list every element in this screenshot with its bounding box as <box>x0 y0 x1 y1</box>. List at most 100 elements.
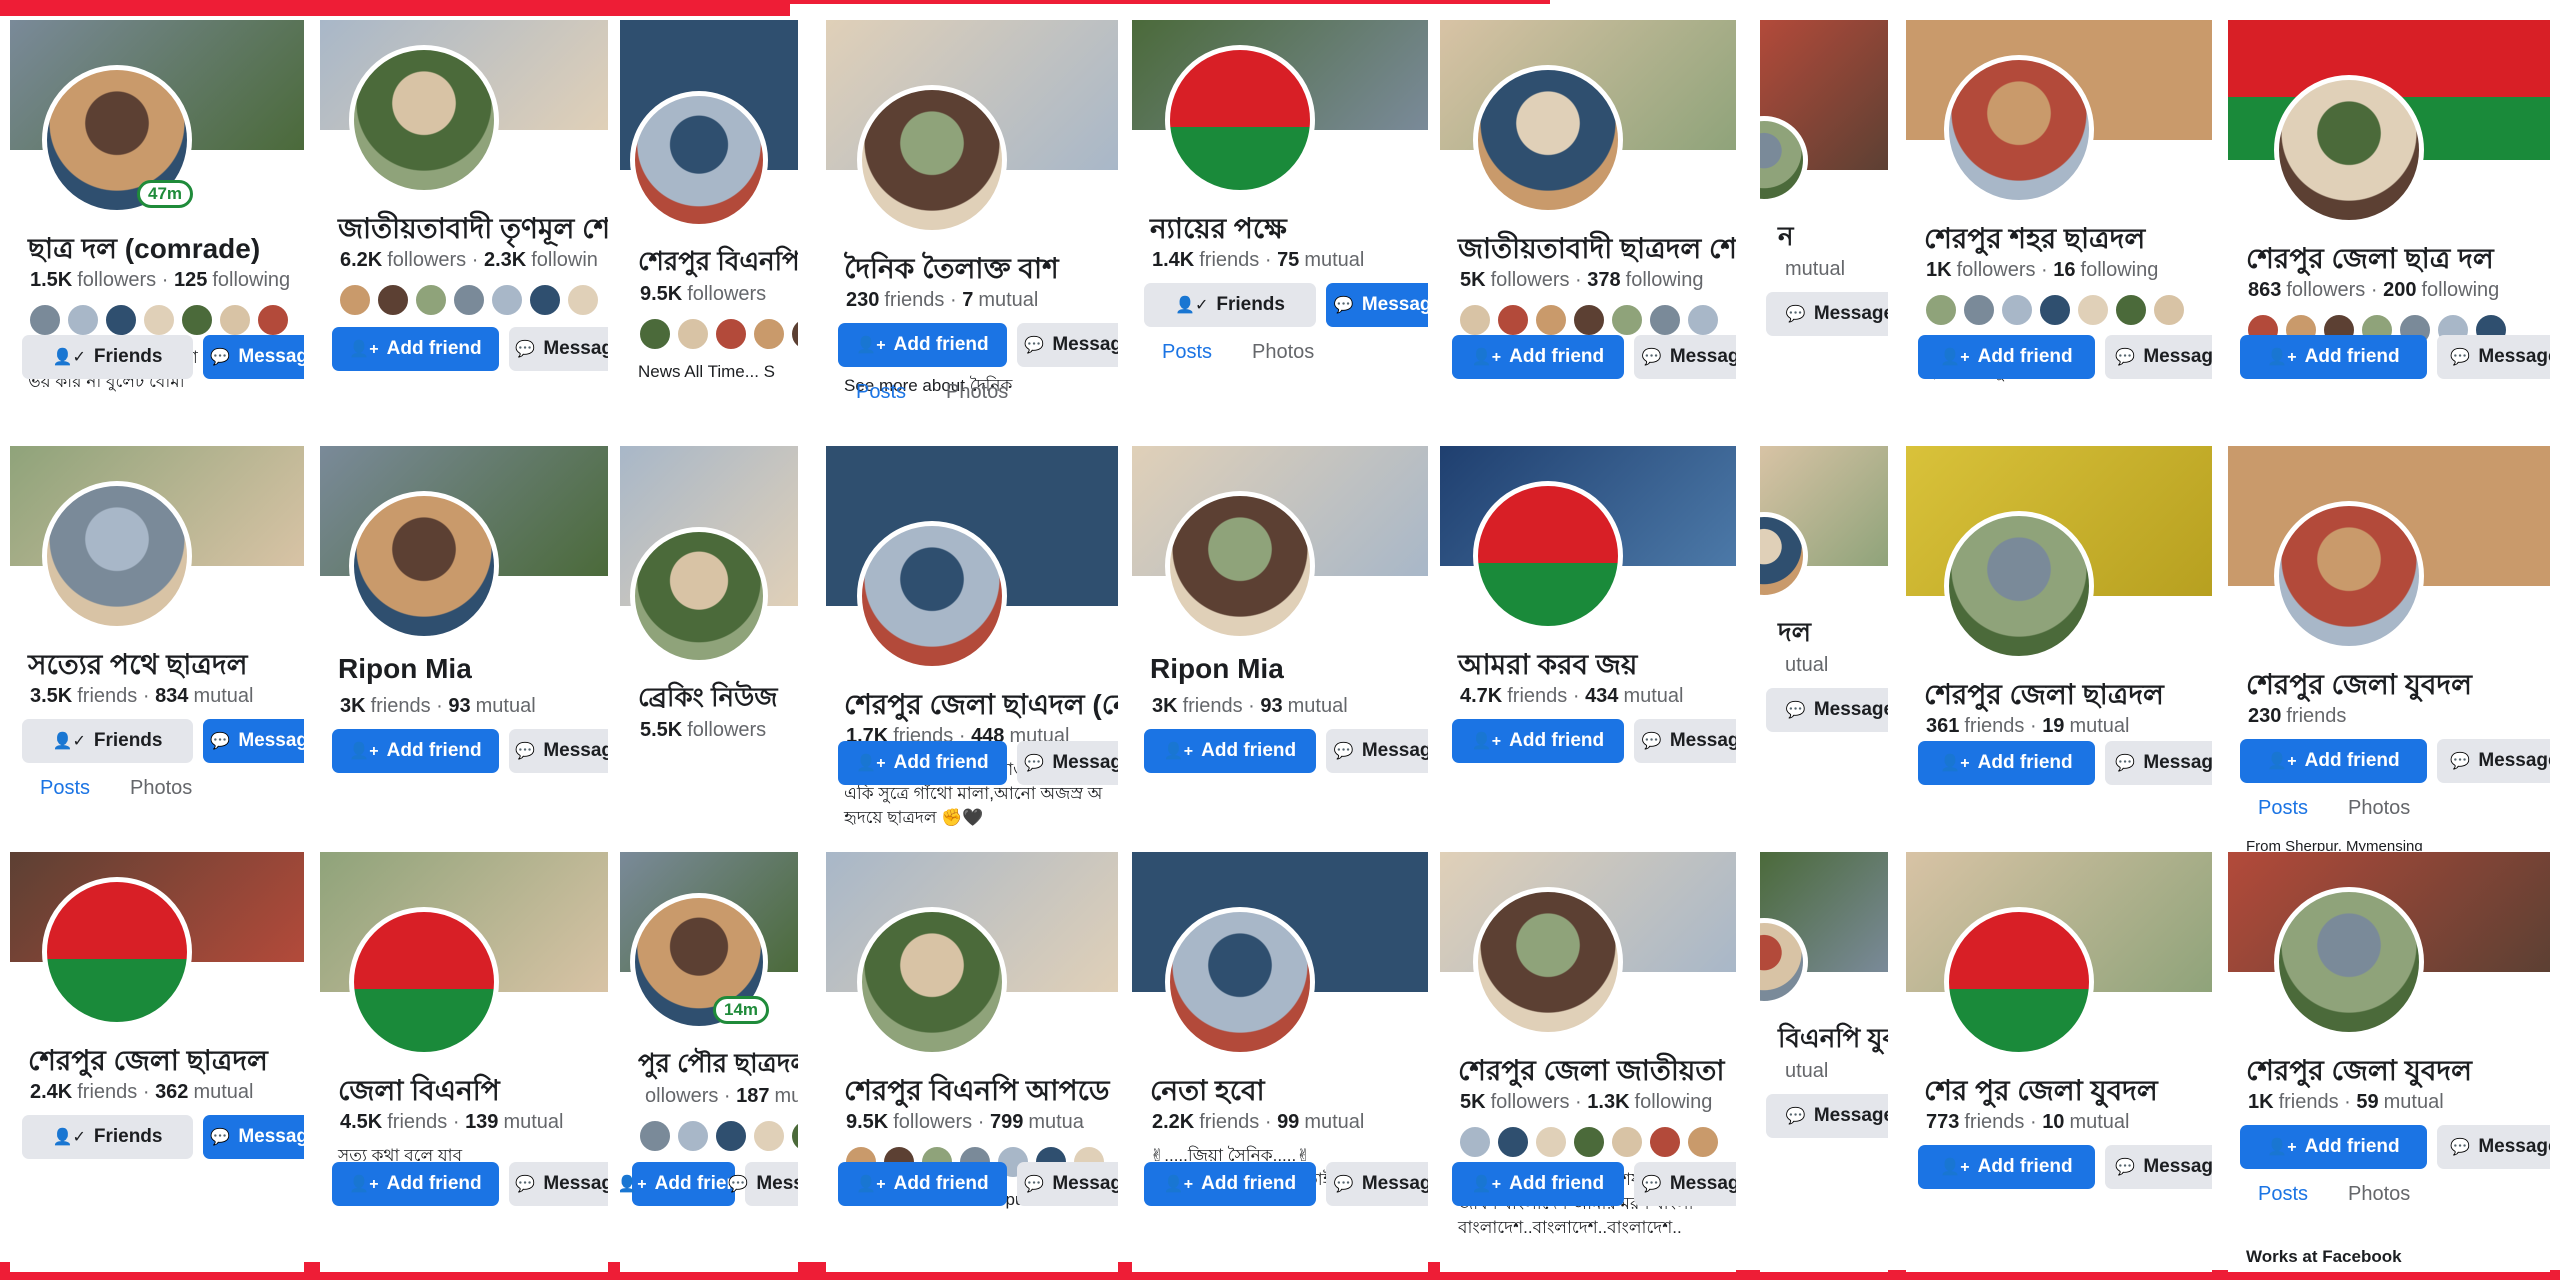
profile-name[interactable]: পুর পৌর ছাত্রদল <box>638 1043 798 1087</box>
mutual-avatar[interactable] <box>490 283 524 317</box>
add-friend-button[interactable]: 👤+ Add friend <box>1918 1145 2095 1189</box>
message-button[interactable]: 💬 Message <box>1326 283 1428 327</box>
mutual-avatar[interactable] <box>2000 293 2034 327</box>
message-button[interactable]: 💬 Message <box>203 335 304 379</box>
profile-name[interactable]: দৈনিক তৈলাক্ত বাশ <box>844 247 1059 294</box>
profile-avatar[interactable] <box>1944 907 2094 1057</box>
message-button[interactable]: 💬 Message <box>2437 335 2550 379</box>
message-button[interactable]: 💬 Message <box>1017 1162 1118 1206</box>
profile-card[interactable]: শেরপুর জেলা যুবদল 1K friends · 59 mutual Wor… <box>2228 852 2550 1272</box>
message-button[interactable]: 💬 Message <box>2105 741 2212 785</box>
profile-card[interactable]: 14mপুর পৌর ছাত্রদলollowers · 187mutuতুমি… <box>620 852 798 1272</box>
profile-avatar[interactable] <box>630 91 768 229</box>
profile-name[interactable]: Ripon Mia <box>338 653 472 685</box>
profile-name[interactable]: সত্যের পথে ছাত্রদল <box>28 643 247 690</box>
profile-card[interactable]: ন্যায়ের পক্ষে 1.4K friends · 75 mutual 👤✓ Fr… <box>1132 20 1428 445</box>
add-friend-button[interactable]: 👤+ Add friend <box>332 1162 499 1206</box>
profile-card[interactable]: নেতা হবো 2.2K friends · 99 mutual ✌.....জিয়… <box>1132 852 1428 1272</box>
profile-card[interactable]: শেরপুর বিএনপি 9.5K followers News All Time.… <box>620 20 798 445</box>
profile-card[interactable]: শেরপুর জেলা ছাএদল (নে 1.7K friends · 448 mu… <box>826 446 1118 851</box>
message-button[interactable]: 💬 Message <box>1766 688 1888 732</box>
add-friend-button[interactable]: 👤+ Add friend <box>332 729 499 773</box>
mutual-avatar[interactable] <box>752 1119 786 1153</box>
profile-avatar[interactable] <box>42 877 192 1027</box>
profile-avatar[interactable] <box>857 907 1007 1057</box>
tab-photos[interactable]: Photos <box>2348 1183 2410 1206</box>
message-button[interactable]: 💬 Message <box>1766 292 1888 336</box>
mutual-avatar[interactable] <box>790 317 798 351</box>
profile-card[interactable]: ন mutual 💬 Message <box>1760 20 1888 445</box>
message-button[interactable]: 💬 Message <box>1634 719 1736 763</box>
friends-button[interactable]: 👤✓ Friends <box>22 719 193 763</box>
mutual-avatar[interactable] <box>142 303 176 337</box>
profile-name[interactable]: শেরপুর জেলা ছাত্রদল <box>28 1039 268 1086</box>
message-button[interactable]: 💬 Message <box>2105 335 2212 379</box>
add-friend-button[interactable]: 👤+ Add friend <box>2240 335 2427 379</box>
profile-avatar[interactable] <box>349 491 499 641</box>
mutual-avatar[interactable] <box>218 303 252 337</box>
profile-avatar[interactable] <box>857 85 1007 235</box>
tab-photos[interactable]: Photos <box>946 381 1008 404</box>
mutual-avatar[interactable] <box>2114 293 2148 327</box>
profile-card[interactable]: শেরপুর জেলা ছাত্র দল 863 followers · 200 fo… <box>2228 20 2550 445</box>
add-friend-button[interactable]: 👤+ Add friend <box>1918 335 2095 379</box>
profile-name[interactable]: ন্যায়ের পক্ষে <box>1150 207 1287 254</box>
tab-photos[interactable]: Photos <box>1252 341 1314 364</box>
profile-name[interactable]: শেরপুর জেলা যুবদল <box>2246 663 2472 710</box>
friends-button[interactable]: 👤✓ Friends <box>1144 283 1316 327</box>
mutual-avatar[interactable] <box>676 317 710 351</box>
mutual-avatar[interactable] <box>1496 1125 1530 1159</box>
profile-card[interactable]: বিএনপি যুব utual 💬 Message <box>1760 852 1888 1272</box>
profile-avatar[interactable] <box>630 527 768 665</box>
profile-name[interactable]: শেরপুর জেলা জাতীয়তা <box>1458 1049 1725 1096</box>
message-button[interactable]: 💬 Message <box>203 1115 304 1159</box>
mutual-avatar[interactable] <box>1572 303 1606 337</box>
mutual-avatar[interactable] <box>1924 293 1958 327</box>
add-friend-button[interactable]: 👤+ Add friend <box>838 323 1007 367</box>
profile-name[interactable]: শেরপুর জেলা ছাএদল (নে <box>844 683 1118 730</box>
profile-card[interactable]: শের পুর জেলা যুবদল 773 friends · 10 mutual 👤… <box>1906 852 2212 1272</box>
profile-avatar[interactable] <box>2274 887 2424 1037</box>
message-button[interactable]: 💬 Message <box>1017 741 1118 785</box>
mutual-avatar[interactable] <box>376 283 410 317</box>
add-friend-button[interactable]: 👤+ Add friend <box>332 327 499 371</box>
mutual-avatar[interactable] <box>1458 1125 1492 1159</box>
add-friend-button[interactable]: 👤+ Add friend <box>620 1162 750 1206</box>
mutual-avatar[interactable] <box>714 317 748 351</box>
profile-card[interactable]: দৈনিক তৈলাক্ত বাশ 230 friends · 7 mutual See… <box>826 20 1118 445</box>
profile-card[interactable]: শেরপুর জেলা ছাত্রদল 361 friends · 19 mutual… <box>1906 446 2212 851</box>
mutual-avatar[interactable] <box>2076 293 2110 327</box>
message-button[interactable]: 💬 Message <box>1634 335 1736 379</box>
profile-avatar[interactable] <box>1473 887 1623 1037</box>
profile-avatar[interactable] <box>2274 75 2424 225</box>
profile-avatar[interactable] <box>1165 491 1315 641</box>
add-friend-button[interactable]: 👤+ Add friend <box>2240 739 2427 783</box>
profile-name[interactable]: আমরা করব জয় <box>1458 643 1637 690</box>
profile-card[interactable]: Ripon Mia 3K friends · 93 mutual 👤+ Add frien… <box>320 446 608 851</box>
profile-card[interactable]: ব্রেকিং নিউজ 5.5K followers <box>620 446 798 851</box>
profile-name[interactable]: ছাত্র দল (comrade) <box>28 227 260 274</box>
profile-name[interactable]: শেরপুর জেলা ছাত্রদল <box>1924 673 2164 720</box>
mutual-avatar[interactable] <box>66 303 100 337</box>
profile-name[interactable]: নেতা হবো <box>1150 1069 1265 1116</box>
mutual-avatar[interactable] <box>1496 303 1530 337</box>
mutual-avatar[interactable] <box>180 303 214 337</box>
profile-name[interactable]: বিএনপি যুব <box>1778 1018 1888 1062</box>
profile-name[interactable]: দল <box>1778 612 1811 656</box>
profile-name[interactable]: জাতীয়তাবাদী ছাত্রদল শেরপু <box>1458 227 1736 274</box>
profile-avatar[interactable] <box>1165 907 1315 1057</box>
profile-card[interactable]: সত্যের পথে ছাত্রদল 3.5K friends · 834 mutua… <box>10 446 304 851</box>
profile-name[interactable]: জাতীয়তাবাদী তৃণমূল শে <box>338 207 608 254</box>
profile-avatar[interactable] <box>42 481 192 631</box>
mutual-avatar[interactable] <box>1610 1125 1644 1159</box>
profile-card[interactable]: শেরপুর বিএনপি আপডে 9.5K followers · 799 mut… <box>826 852 1118 1272</box>
profile-avatar[interactable] <box>349 907 499 1057</box>
message-button[interactable]: 💬 Message <box>203 719 304 763</box>
mutual-avatar[interactable] <box>1458 303 1492 337</box>
message-button[interactable]: 💬 Message <box>1766 1094 1888 1138</box>
mutual-avatar[interactable] <box>638 1119 672 1153</box>
add-friend-button[interactable]: 👤+ Add friend <box>2240 1125 2427 1169</box>
mutual-avatar[interactable] <box>1962 293 1996 327</box>
mutual-avatar[interactable] <box>1572 1125 1606 1159</box>
message-button[interactable]: 💬 Message <box>509 729 608 773</box>
